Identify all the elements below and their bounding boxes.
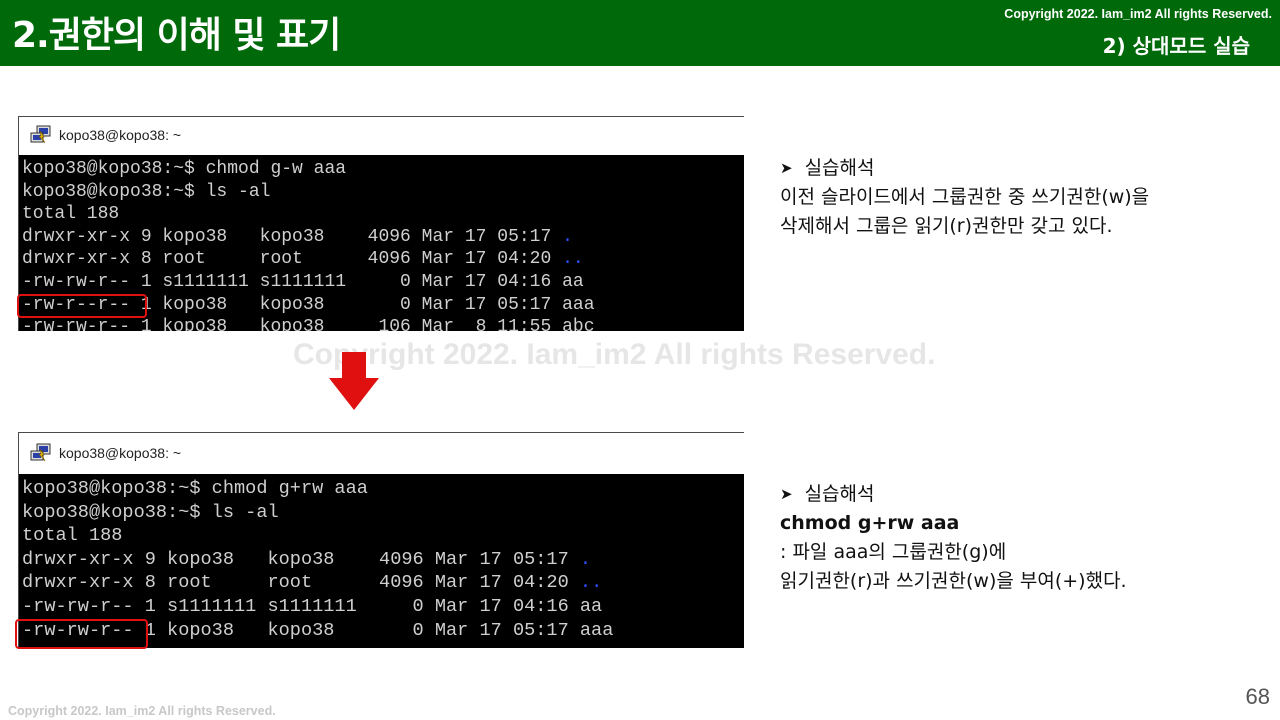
note-command: chmod g+rw aaa [780,512,960,534]
explanation-note-2: ➤ 실습해석 chmod g+rw aaa : 파일 aaa의 그룹권한(g)에… [780,480,1127,596]
permission-highlight-before [17,294,147,318]
note-line: 이전 슬라이드에서 그룹권한 중 쓰기권한(w)을 [780,186,1150,208]
note-heading-text: 실습해석 [804,483,875,505]
terminal-line: drwxr-xr-x 9 kopo38 kopo38 4096 Mar 17 0… [22,548,744,572]
terminal-line: kopo38@kopo38:~$ ls -al [22,181,271,202]
permission-highlight-after [15,619,148,649]
terminal-line: kopo38@kopo38:~$ chmod g-w aaa [22,159,347,179]
note-heading-text: 실습해석 [804,157,875,179]
terminal-line: total 188 [22,204,120,225]
dir-name: .. [579,572,603,594]
line-text: drwxr-xr-x 9 kopo38 kopo38 4096 Mar 17 0… [22,226,563,247]
terminal-titlebar: kopo38@kopo38: ~ [19,117,744,155]
down-arrow-icon [329,352,379,410]
terminal-line: drwxr-xr-x 8 root root 4096 Mar 17 04:20… [22,571,744,595]
terminal-title: kopo38@kopo38: ~ [59,445,182,461]
putty-icon [30,443,51,462]
terminal-line: total 188 [22,525,123,547]
terminal-line: drwxr-xr-x 8 root root 4096 Mar 17 04:20… [22,248,744,271]
terminal-line: kopo38@kopo38:~$ chmod g+rw aaa [22,478,368,499]
putty-icon [30,125,51,144]
terminal-line: -rw-rw-r-- 1 kopo38 kopo38 106 Mar 8 11:… [22,317,595,331]
slide-header: 2.권한의 이해 및 표기 Copyright 2022. Iam_im2 Al… [0,0,1280,66]
line-text: drwxr-xr-x 9 kopo38 kopo38 4096 Mar 17 0… [22,548,580,570]
terminal-titlebar: kopo38@kopo38: ~ [19,433,744,474]
terminal-line: -rw-rw-r-- 1 s1111111 s1111111 0 Mar 17 … [22,271,584,292]
explanation-note-1: ➤ 실습해석 이전 슬라이드에서 그룹권한 중 쓰기권한(w)을 삭제해서 그룹… [780,154,1149,241]
line-text: drwxr-xr-x 8 root root 4096 Mar 17 04:20 [22,572,580,594]
terminal-title: kopo38@kopo38: ~ [59,127,182,143]
note-line: : 파일 aaa의 그룹권한(g)에 [780,541,1007,563]
arrow-bullet-icon: ➤ [780,485,793,503]
arrow-bullet-icon: ➤ [780,159,793,177]
note-line: 읽기권한(r)과 쓰기권한(w)을 부여(+)했다. [780,570,1127,592]
dir-name: .. [562,249,584,270]
line-text: drwxr-xr-x 8 root root 4096 Mar 17 04:20 [22,249,563,270]
note-heading: ➤ 실습해석 [780,480,1127,509]
slide-title: 2.권한의 이해 및 표기 [12,15,341,56]
terminal-window-after: kopo38@kopo38: ~ kopo38@kopo38:~$ chmod … [18,432,744,648]
dir-name: . [579,548,592,570]
header-copyright: Copyright 2022. Iam_im2 All rights Reser… [1004,7,1272,21]
footer-copyright: Copyright 2022. Iam_im2 All rights Reser… [8,704,276,718]
dir-name: . [562,226,573,247]
note-heading: ➤ 실습해석 [780,154,1149,183]
terminal-line: -rw-rw-r-- 1 s1111111 s1111111 0 Mar 17 … [22,595,603,617]
page-number: 68 [1245,684,1270,709]
terminal-line: kopo38@kopo38:~$ ls -al [22,501,279,523]
note-line: 삭제해서 그룹은 읽기(r)권한만 갖고 있다. [780,215,1113,237]
watermark: Copyright 2022. Iam_im2 All rights Reser… [293,338,936,371]
terminal-line: drwxr-xr-x 9 kopo38 kopo38 4096 Mar 17 0… [22,226,744,249]
slide-subtitle: 2) 상대모드 실습 [1102,34,1250,58]
